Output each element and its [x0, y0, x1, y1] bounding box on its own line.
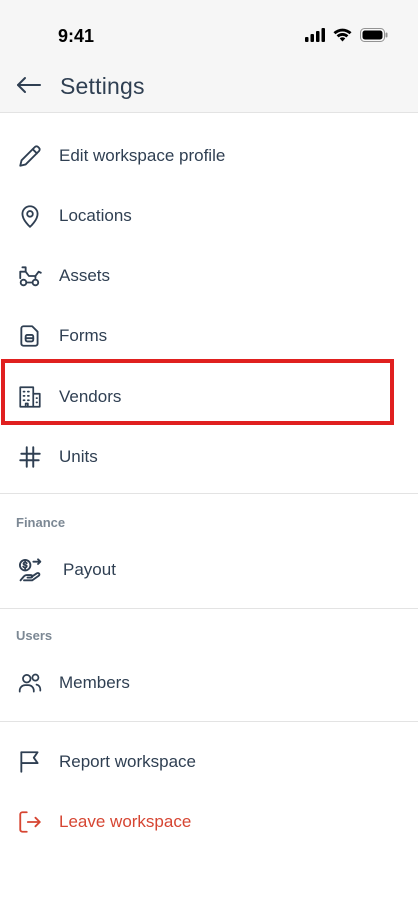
item-label: Locations	[59, 206, 132, 225]
map-pin-icon	[17, 203, 43, 229]
battery-icon	[360, 28, 388, 42]
item-label: Payout	[63, 560, 116, 579]
form-icon	[17, 323, 43, 349]
wifi-icon	[333, 28, 352, 42]
item-label: Forms	[59, 326, 108, 345]
payout-item[interactable]: Payout	[0, 540, 418, 600]
item-label: Members	[59, 673, 130, 692]
arrow-left-icon	[16, 72, 42, 98]
assets-item[interactable]: Assets	[0, 246, 418, 306]
edit-workspace-profile-item[interactable]: Edit workspace profile	[0, 126, 418, 186]
status-time: 9:41	[58, 26, 95, 46]
users-icon	[17, 670, 43, 696]
building-icon	[17, 384, 43, 410]
status-bar: 9:41	[0, 0, 418, 58]
item-label: Leave workspace	[59, 812, 192, 831]
item-label: Assets	[59, 266, 111, 285]
flag-icon	[17, 749, 43, 775]
units-item[interactable]: Units	[0, 427, 418, 487]
page-title: Settings	[60, 73, 145, 99]
item-label: Edit workspace profile	[59, 146, 226, 165]
hash-icon	[17, 444, 43, 470]
divider	[0, 721, 418, 722]
locations-item[interactable]: Locations	[0, 186, 418, 246]
divider	[0, 493, 418, 494]
section-title-users: Users	[16, 628, 53, 643]
vendors-item[interactable]: Vendors	[0, 367, 418, 427]
pencil-icon	[17, 143, 43, 169]
truck-icon	[17, 263, 43, 289]
divider	[0, 608, 418, 609]
status-icons	[305, 28, 388, 42]
payout-icon	[17, 557, 43, 583]
members-item[interactable]: Members	[0, 653, 418, 713]
header: Settings	[0, 58, 418, 113]
item-label: Vendors	[59, 387, 122, 406]
logout-icon	[17, 809, 43, 835]
item-label: Report workspace	[59, 752, 197, 771]
forms-item[interactable]: Forms	[0, 306, 418, 366]
report-workspace-item[interactable]: Report workspace	[0, 732, 418, 792]
item-label: Units	[59, 447, 98, 466]
signal-icon	[305, 28, 325, 42]
section-title-finance: Finance	[16, 515, 66, 530]
back-button[interactable]	[16, 72, 42, 98]
leave-workspace-item[interactable]: Leave workspace	[0, 792, 418, 852]
